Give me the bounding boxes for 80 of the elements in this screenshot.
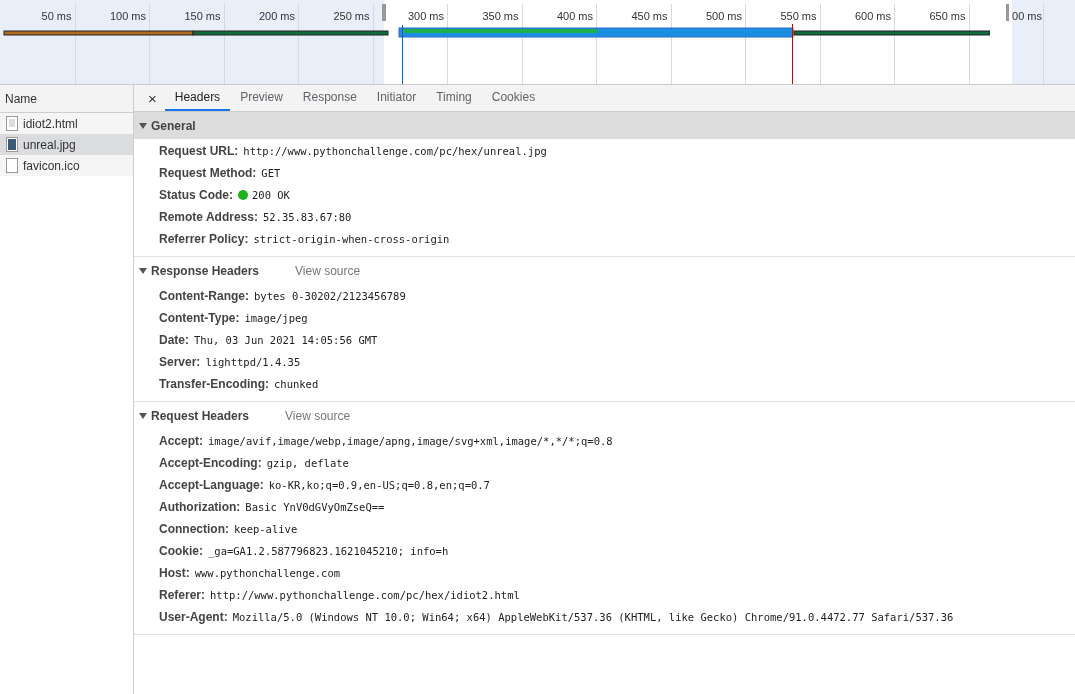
range-handle[interactable]	[1006, 4, 1009, 21]
header-value: keep-alive	[234, 523, 298, 535]
header-value: strict-origin-when-cross-origin	[253, 233, 450, 245]
time-tick-label: 300 ms	[407, 10, 444, 22]
request-row[interactable]: unreal.jpg	[0, 134, 133, 155]
header-value: Thu, 03 Jun 2021 14:05:56 GMT	[194, 334, 378, 346]
header-name: Request Method:	[159, 166, 257, 180]
header-name: Accept-Encoding:	[159, 456, 262, 470]
header-name: Referrer Policy:	[159, 232, 249, 246]
section-title[interactable]: Response Headers	[151, 263, 260, 278]
time-tick-label: 500 ms	[705, 10, 742, 22]
header-value: lighttpd/1.4.35	[205, 356, 301, 368]
header-value: http://www.pythonchallenge.com/pc/hex/idiot2.html	[210, 589, 520, 601]
header-value: chunked	[274, 378, 319, 390]
timeline-overview[interactable]: 50 ms 100 ms 150 ms 200 ms 250 ms 300 ms 350 ms 400 ms 450 ms 500 ms 550 ms 600 ms 650 ms 00 ms	[0, 0, 1075, 85]
file-icon	[6, 158, 18, 173]
request-row[interactable]: favicon.ico	[0, 155, 133, 176]
tab[interactable]: Initiator	[366, 85, 427, 111]
tab[interactable]: Preview	[230, 85, 293, 111]
header-name: Content-Range:	[159, 289, 249, 303]
section-title[interactable]: Request Headers	[151, 408, 250, 423]
request-name: idiot2.html	[23, 116, 78, 131]
header-value: ko-KR,ko;q=0.9,en-US;q=0.8,en;q=0.7	[268, 479, 490, 491]
image-file-icon	[6, 137, 18, 152]
header-value: Mozilla/5.0 (Windows NT 10.0; Win64; x64) AppleWebKit/537.36 (KHTML, like Gecko) Chrome/91.0.4472.77 Safari/537.36	[232, 611, 954, 623]
header-value: www.pythonchallenge.com	[194, 567, 341, 579]
header-name: Request URL:	[159, 144, 239, 158]
time-tick-label: 600 ms	[854, 10, 891, 22]
document-icon	[6, 116, 18, 131]
header-name: Accept:	[159, 434, 203, 448]
time-tick-label: 200 ms	[258, 10, 295, 22]
tab[interactable]: Cookies	[481, 85, 546, 111]
time-tick-label: 400 ms	[556, 10, 593, 22]
header-name: Accept-Language:	[159, 478, 264, 492]
header-value: 200 OK	[252, 189, 290, 201]
header-value: image/jpeg	[244, 312, 308, 324]
time-tick-label: 650 ms	[929, 10, 966, 22]
time-tick-label: 350 ms	[482, 10, 519, 22]
header-value: gzip, deflate	[266, 457, 349, 469]
time-tick-label: 150 ms	[184, 10, 221, 22]
time-tick-label: 50 ms	[41, 10, 72, 22]
header-value: bytes 0-30202/2123456789	[254, 290, 406, 302]
header-name: Date:	[159, 333, 189, 347]
header-value: http://www.pythonchallenge.com/pc/hex/unreal.jpg	[243, 145, 547, 157]
tab[interactable]: Timing	[426, 85, 482, 111]
request-name: unreal.jpg	[23, 137, 76, 152]
section-title[interactable]: General	[151, 118, 196, 133]
request-name: favicon.ico	[23, 158, 80, 173]
header-name: Referer:	[159, 588, 206, 602]
request-row[interactable]: idiot2.html	[0, 113, 133, 134]
header-value: image/avif,image/webp,image/apng,image/svg+xml,image/*,*/*;q=0.8	[208, 435, 613, 447]
expanded-triangle-icon[interactable]	[139, 121, 147, 130]
view-source-link[interactable]: View source	[295, 263, 361, 278]
header-value: GET	[261, 167, 281, 179]
time-tick-label: 00 ms	[1012, 10, 1042, 22]
time-tick-label: 250 ms	[333, 10, 370, 22]
header-name: Transfer-Encoding:	[159, 377, 269, 391]
header-name: Host:	[159, 566, 190, 580]
header-name: Connection:	[159, 522, 229, 536]
range-handle[interactable]	[382, 4, 386, 21]
section-header-bar[interactable]: General	[134, 112, 1075, 139]
name-column-header[interactable]: Name	[0, 85, 133, 113]
header-value: Basic YnV0dGVyOmZseQ==	[245, 501, 385, 513]
header-value: 52.35.83.67:80	[262, 211, 352, 223]
time-tick-label: 450 ms	[631, 10, 668, 22]
header-name: User-Agent:	[159, 610, 228, 624]
header-name: Server:	[159, 355, 201, 369]
time-tick-label: 100 ms	[109, 10, 146, 22]
header-name: Remote Address:	[159, 210, 258, 224]
tab[interactable]: Response	[292, 85, 367, 111]
header-name: Authorization:	[159, 500, 241, 514]
view-source-link[interactable]: View source	[285, 408, 351, 423]
close-button[interactable]: ×	[140, 85, 165, 111]
header-name: Status Code:	[159, 188, 233, 202]
time-tick-label: 550 ms	[780, 10, 817, 22]
expanded-triangle-icon[interactable]	[139, 411, 147, 420]
expanded-triangle-icon[interactable]	[139, 266, 147, 275]
header-value: _ga=GA1.2.587796823.1621045210; info=h	[208, 545, 449, 557]
header-name: Cookie:	[159, 544, 203, 558]
header-name: Content-Type:	[159, 311, 240, 325]
